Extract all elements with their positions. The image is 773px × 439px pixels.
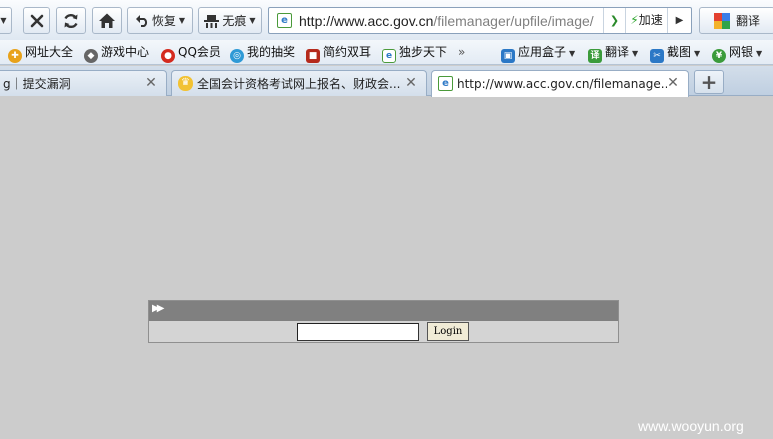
close-x-icon xyxy=(30,14,43,27)
bookmark-app-box[interactable]: ▣ 应用盒子 ▼ xyxy=(501,43,576,63)
page-icon: e xyxy=(382,49,396,63)
tab-submit-vulnerability[interactable]: g｜提交漏洞 ✕ xyxy=(0,70,167,96)
bookmark-screenshot[interactable]: ✂ 截图 ▼ xyxy=(650,43,701,63)
accelerate-button[interactable]: ⚡加速 xyxy=(625,8,667,33)
chevron-down-icon: ▼ xyxy=(694,49,701,58)
plus-icon: + xyxy=(700,70,718,94)
chevron-down-icon: ▼ xyxy=(249,16,256,25)
screenshot-icon: ✂ xyxy=(650,49,664,63)
bookmarks-more-button[interactable]: » xyxy=(458,43,465,62)
login-button[interactable]: Login xyxy=(427,322,469,341)
chevron-down-icon: ▼ xyxy=(178,16,186,25)
new-tab-button[interactable]: + xyxy=(694,70,724,94)
bookmark-label: QQ会员 xyxy=(178,45,221,59)
incognito-icon xyxy=(204,14,220,28)
tab-close-icon[interactable]: ✕ xyxy=(404,75,418,91)
lottery-icon: ◎ xyxy=(230,49,244,63)
page-favicon-icon: e xyxy=(277,13,292,28)
qq-penguin-icon: ● xyxy=(161,49,175,63)
google-translate-icon xyxy=(713,12,730,29)
page-favicon-icon: e xyxy=(438,76,453,91)
undo-arrow-icon xyxy=(135,15,147,27)
browser-toolbar: ▼ 恢复 ▼ 无痕 ▼ e http://www.acc.gov.cn/file… xyxy=(0,0,773,40)
bookmark-lottery[interactable]: ◎ 我的抽奖 xyxy=(230,43,296,63)
back-dropdown-button[interactable]: ▼ xyxy=(0,7,12,34)
address-dropdown-chevron-icon[interactable]: ❯ xyxy=(603,8,625,33)
tab-accounting-exam[interactable]: ♛ 全国会计资格考试网上报名、财政会... ✕ xyxy=(171,70,427,96)
incognito-button[interactable]: 无痕 ▼ xyxy=(198,7,262,34)
lightning-icon: ⚡ xyxy=(630,13,639,27)
bookmark-game-center[interactable]: ◆ 游戏中心 xyxy=(84,43,150,63)
go-button[interactable]: ▶ xyxy=(667,8,691,33)
home-icon xyxy=(99,13,115,28)
bookmark-site-nav[interactable]: ✚ 网址大全 xyxy=(8,43,74,63)
bookmark-label: 游戏中心 xyxy=(101,45,150,59)
tab-strip: g｜提交漏洞 ✕ ♛ 全国会计资格考试网上报名、财政会... ✕ e http:… xyxy=(0,66,773,97)
bookmark-label: 网银 xyxy=(729,45,754,59)
login-panel: ▶▶ Login xyxy=(148,300,619,343)
site-nav-icon: ✚ xyxy=(8,49,22,63)
bookmark-label: 独步天下 xyxy=(399,45,448,59)
accelerate-label: 加速 xyxy=(638,13,663,27)
home-button[interactable] xyxy=(92,7,122,34)
incognito-label: 无痕 xyxy=(222,14,247,28)
login-panel-header: ▶▶ xyxy=(149,301,618,321)
tab-filemanager-active[interactable]: e http://www.acc.gov.cn/filemanage... ✕ xyxy=(431,70,689,97)
bookmark-label: 翻译 xyxy=(605,45,630,59)
restore-label: 恢复 xyxy=(151,14,176,28)
play-arrow-icon: ▶ xyxy=(675,15,684,26)
translate-toolbar-button[interactable]: 翻译 xyxy=(699,7,773,34)
address-bar[interactable]: e http://www.acc.gov.cn/filemanager/upfi… xyxy=(268,7,692,34)
gamepad-icon: ◆ xyxy=(84,49,98,63)
bookmark-label: 我的抽奖 xyxy=(247,45,296,59)
bookmark-label: 网址大全 xyxy=(25,45,74,59)
bookmark-jianyue[interactable]: ■ 简约双耳 xyxy=(306,43,372,63)
site-logo-icon: ■ xyxy=(306,49,320,63)
chevron-down-icon: ▼ xyxy=(632,49,639,58)
tab-title: g｜提交漏洞 xyxy=(3,77,71,91)
tab-title: 全国会计资格考试网上报名、财政会... xyxy=(197,77,401,91)
bookmark-dubu[interactable]: e 独步天下 xyxy=(382,43,448,63)
online-bank-icon: ¥ xyxy=(712,49,726,63)
bookmark-label: 截图 xyxy=(667,45,692,59)
double-chevron-right-icon: » xyxy=(458,45,466,59)
tab-title: http://www.acc.gov.cn/filemanage... xyxy=(457,77,667,91)
refresh-icon xyxy=(64,13,78,28)
address-url-path: /filemanager/upfile/image/ xyxy=(433,13,594,29)
bookmark-label: 应用盒子 xyxy=(518,45,567,59)
refresh-button[interactable] xyxy=(56,7,86,34)
app-box-icon: ▣ xyxy=(501,49,515,63)
address-url-host: http://www.acc.gov.cn xyxy=(299,13,434,29)
password-input[interactable] xyxy=(297,323,419,341)
bookmark-translate[interactable]: 译翻译 ▼ xyxy=(588,43,639,63)
tab-close-icon[interactable]: ✕ xyxy=(666,75,680,91)
tab-close-icon[interactable]: ✕ xyxy=(144,75,158,91)
chevron-down-icon: ▼ xyxy=(756,49,763,58)
stop-button[interactable] xyxy=(23,7,50,34)
translate-icon: 译 xyxy=(588,49,602,63)
watermark-text: www.wooyun.org xyxy=(638,418,744,434)
translate-label: 翻译 xyxy=(735,14,760,28)
bookmark-online-bank[interactable]: ¥ 网银 ▼ xyxy=(712,43,763,63)
address-url[interactable]: http://www.acc.gov.cn/filemanager/upfile… xyxy=(299,13,599,30)
bookmarks-bar: ✚ 网址大全 ◆ 游戏中心 ● QQ会员 ◎ 我的抽奖 ■ 简约双耳 e 独步天下 » ▣ 应… xyxy=(0,40,773,65)
chevron-down-icon: ▼ xyxy=(0,16,7,25)
restore-button[interactable]: 恢复 ▼ xyxy=(127,7,193,34)
chevron-down-icon: ▼ xyxy=(569,49,576,58)
bookmark-label: 简约双耳 xyxy=(323,45,372,59)
trophy-favicon-icon: ♛ xyxy=(178,76,193,91)
bookmark-qq-vip[interactable]: ● QQ会员 xyxy=(161,43,221,63)
fast-forward-icon: ▶▶ xyxy=(152,303,165,314)
